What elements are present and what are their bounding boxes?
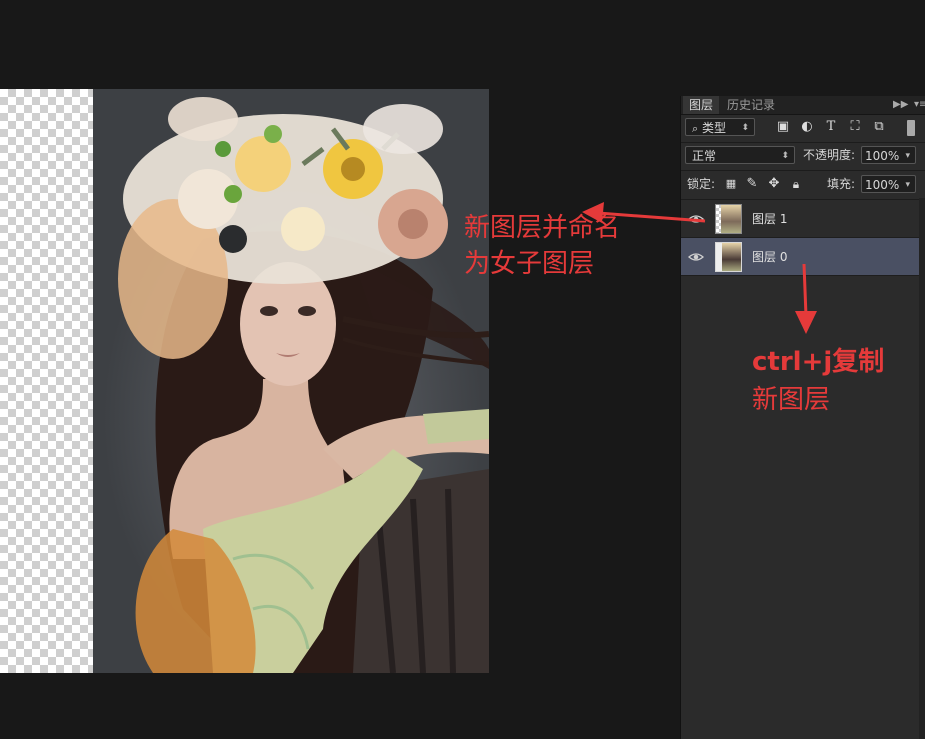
- annotation-rename-line1: 新图层并命名: [464, 212, 620, 245]
- collapse-icon[interactable]: ▶▶: [893, 96, 908, 114]
- updown-arrow-icon: ⬍: [741, 119, 749, 137]
- layer-row-1[interactable]: 图层 1: [681, 200, 919, 238]
- lock-label: 锁定:: [687, 175, 715, 193]
- fill-field[interactable]: 100% ▾: [861, 175, 916, 193]
- filter-row: ⌕ 类型 ⬍ ▣ ◐ T ⛶ ⧉: [681, 118, 925, 140]
- tab-history[interactable]: 历史记录: [721, 96, 781, 114]
- fill-label: 填充:: [827, 175, 855, 193]
- tab-layers[interactable]: 图层: [683, 96, 719, 114]
- layer-thumbnail: [715, 242, 742, 272]
- layer-name[interactable]: 图层 0: [752, 248, 787, 266]
- divider: [681, 170, 925, 171]
- eye-icon[interactable]: [688, 249, 704, 265]
- eye-icon[interactable]: [688, 211, 704, 227]
- annotation-rename-line2: 为女子图层: [464, 248, 594, 281]
- type-filter-icon[interactable]: T: [823, 119, 839, 135]
- adjustment-filter-icon[interactable]: ◐: [799, 119, 815, 135]
- pixel-filter-icon[interactable]: ▣: [775, 119, 791, 135]
- photo-illustration: [93, 89, 489, 673]
- shape-filter-icon[interactable]: ⛶: [847, 119, 863, 135]
- filter-kind-value: 类型: [702, 121, 726, 135]
- layer-row-0[interactable]: 图层 0: [681, 238, 919, 276]
- lock-all-icon[interactable]: 🔒︎: [788, 176, 804, 192]
- transparent-area: [0, 89, 93, 673]
- fill-value: 100%: [865, 178, 899, 192]
- layers-panel: 图层 历史记录 ▶▶ ▾≡ ⌕ 类型 ⬍ ▣ ◐ T ⛶ ⧉ 正常 ⬍ 不透明度…: [680, 96, 925, 739]
- annotation-copy-line1: ctrl+j复制: [752, 346, 884, 379]
- panel-menu-icon[interactable]: ▾≡: [914, 96, 925, 114]
- document-canvas[interactable]: [0, 89, 489, 673]
- blend-mode-select[interactable]: 正常 ⬍: [685, 146, 795, 164]
- opacity-field[interactable]: 100% ▾: [861, 146, 916, 164]
- filter-kind-select[interactable]: ⌕ 类型 ⬍: [685, 118, 755, 136]
- lock-move-icon[interactable]: ✥: [766, 176, 782, 192]
- layer-thumbnail: [715, 204, 742, 234]
- filter-toggle-switch[interactable]: [907, 120, 915, 136]
- updown-arrow-icon: ⬍: [781, 147, 789, 165]
- opacity-value: 100%: [865, 149, 899, 163]
- smart-object-filter-icon[interactable]: ⧉: [871, 119, 887, 135]
- photo-woman-flower-headdress: [93, 89, 489, 673]
- panel-scrollbar[interactable]: [919, 198, 925, 739]
- panel-tab-bar: 图层 历史记录 ▶▶ ▾≡: [681, 96, 925, 115]
- search-icon: ⌕: [692, 122, 698, 135]
- lock-transparent-icon[interactable]: ▦: [723, 176, 739, 192]
- lock-row: 锁定: ▦ ✎ ✥ 🔒︎ 填充: 100% ▾: [681, 175, 925, 197]
- lock-paint-brush-icon[interactable]: ✎: [744, 176, 760, 192]
- opacity-label: 不透明度:: [803, 146, 855, 164]
- layer-name[interactable]: 图层 1: [752, 210, 787, 228]
- blend-mode-value: 正常: [692, 149, 716, 163]
- annotation-copy-line2: 新图层: [752, 384, 830, 417]
- blend-row: 正常 ⬍ 不透明度: 100% ▾: [681, 146, 925, 168]
- chevron-down-icon: ▾: [905, 147, 910, 165]
- chevron-down-icon: ▾: [905, 176, 910, 194]
- divider: [681, 142, 925, 143]
